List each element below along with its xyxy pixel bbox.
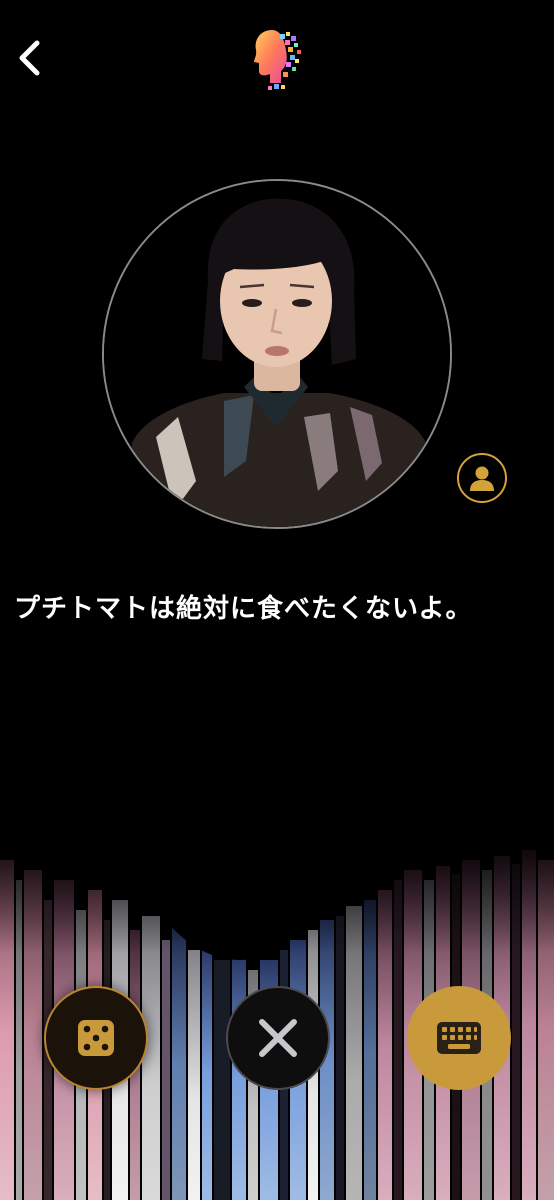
speech-text: プチトマトは絶対に食べたくないよ。 <box>14 594 473 624</box>
person-icon <box>470 466 494 491</box>
pixel-head-logo-icon <box>254 30 301 90</box>
portrait-image <box>104 181 450 527</box>
keyboard-input-button[interactable] <box>407 986 511 1090</box>
avatar <box>102 179 452 529</box>
dice-five-icon <box>78 1020 114 1056</box>
app-screen: プチトマトは絶対に食べたくないよ。 <box>0 0 554 1200</box>
chevron-left-icon <box>19 40 40 76</box>
close-button[interactable] <box>226 986 330 1090</box>
random-dice-button[interactable] <box>44 986 148 1090</box>
back-button[interactable] <box>10 36 50 80</box>
app-logo <box>250 26 304 92</box>
close-x-icon <box>259 1019 297 1057</box>
keyboard-icon <box>437 1022 481 1054</box>
profile-button[interactable] <box>457 453 507 503</box>
